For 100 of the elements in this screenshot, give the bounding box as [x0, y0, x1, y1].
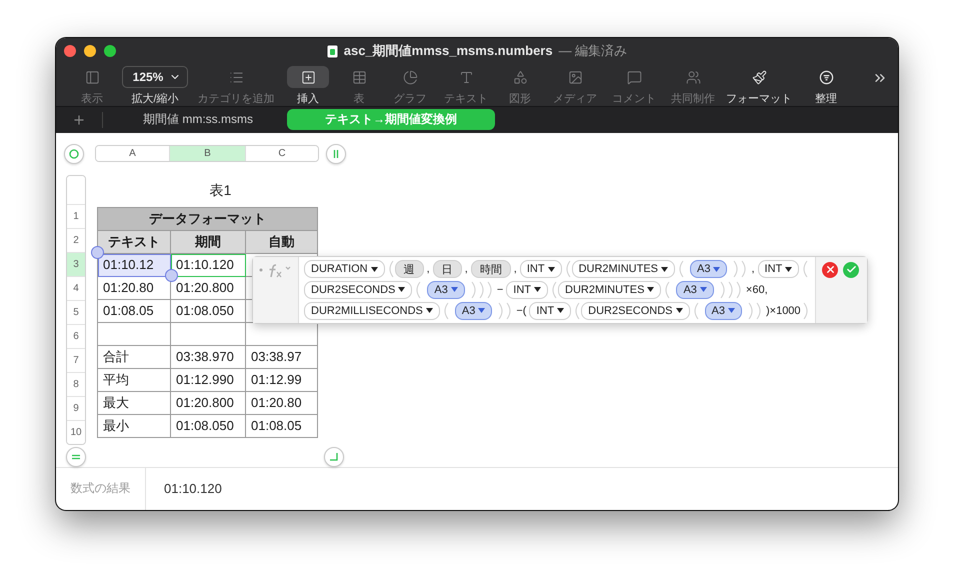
accept-button[interactable]: [843, 262, 859, 278]
function-token[interactable]: INT: [758, 260, 800, 278]
cell-reference-token[interactable]: A3: [704, 302, 742, 320]
caret-down-icon: [728, 308, 735, 314]
minimize-window-button[interactable]: [84, 45, 96, 57]
table-cell[interactable]: 最小: [98, 414, 171, 438]
function-token[interactable]: DUR2MINUTES: [558, 280, 662, 299]
formula-operator: ,: [426, 263, 430, 276]
argument-token[interactable]: 日: [432, 260, 462, 278]
function-token[interactable]: INT: [506, 280, 548, 299]
caret-down-icon: [370, 266, 378, 272]
select-table-control[interactable]: [64, 144, 84, 164]
caret-down-icon: [478, 308, 486, 314]
table-cell[interactable]: 01:08.05: [98, 300, 171, 323]
argument-token[interactable]: 時間: [470, 260, 511, 278]
table-cell[interactable]: 01:10.120: [171, 254, 246, 277]
toolbar-label: カテゴリを追加: [198, 92, 274, 106]
row-header[interactable]: 3: [67, 252, 85, 276]
close-window-button[interactable]: [64, 45, 76, 57]
toolbar-label: 表: [354, 92, 364, 106]
drag-dot-icon: [259, 268, 263, 272]
table-cell[interactable]: 01:20.800: [171, 276, 246, 300]
header-cell: 自動: [246, 230, 318, 254]
formula-operator: −(: [516, 304, 526, 317]
table-cell[interactable]: 03:38.97: [246, 346, 318, 369]
window-title: asc_期間値mmss_msms.numbers: [344, 42, 553, 60]
function-token[interactable]: DUR2SECONDS: [304, 280, 412, 299]
row-header[interactable]: 10: [67, 420, 85, 444]
cell-reference-token[interactable]: A3: [676, 280, 714, 299]
formula-result-value: 01:10.120: [164, 481, 222, 496]
table-cell[interactable]: 平均: [98, 368, 171, 392]
formula-operator: ,: [751, 263, 755, 276]
function-token[interactable]: INT: [529, 302, 572, 320]
formula-operator: )×1000: [766, 304, 801, 317]
toolbar-label: テキスト: [444, 92, 488, 106]
caret-down-icon: [557, 308, 564, 314]
caret-down-icon: [534, 287, 541, 292]
table-cell[interactable]: 03:38.970: [171, 346, 246, 369]
close-icon: [824, 264, 836, 276]
corner-icon: [329, 452, 339, 462]
sidebar-icon: [84, 70, 100, 84]
pause-bars-icon: [332, 148, 340, 159]
caret-down-icon: [450, 287, 458, 292]
argument-token[interactable]: 週: [394, 260, 424, 278]
table-cell[interactable]: 01:08.050: [171, 300, 246, 323]
caret-down-icon: [700, 287, 707, 292]
zoom-dropdown[interactable]: 125%: [122, 66, 188, 88]
selection-handle[interactable]: [91, 246, 104, 259]
add-row-control[interactable]: [66, 446, 86, 467]
cell-reference-token[interactable]: A3: [427, 280, 465, 299]
formula-operator: ,: [514, 263, 517, 276]
column-header[interactable]: C: [245, 146, 318, 162]
formula-operator: ×60,: [746, 284, 768, 296]
function-token[interactable]: DUR2MINUTES: [572, 260, 676, 278]
table-cell[interactable]: 01:08.050: [171, 414, 246, 438]
equals-icon: [71, 452, 81, 461]
text-box-icon: [458, 70, 474, 84]
formula-operator: ,: [464, 263, 468, 276]
header-cell: テキスト: [98, 230, 171, 254]
add-sheet-icon[interactable]: [72, 112, 86, 127]
function-token[interactable]: DUR2SECONDS: [581, 302, 690, 320]
sheet-tab[interactable]: 期間値 mm:ss.msms: [109, 109, 287, 130]
circle-icon: [69, 148, 79, 159]
organize-icon: [818, 70, 834, 84]
toolbar-button[interactable]: [287, 66, 329, 88]
cell-reference-token[interactable]: A3: [690, 260, 728, 278]
resize-table-control[interactable]: [324, 446, 344, 467]
toolbar-label: フォーマット: [726, 92, 792, 106]
toolbar-label: 表示: [81, 92, 103, 106]
add-column-control[interactable]: [326, 144, 346, 164]
table-icon: [352, 70, 366, 84]
table-cell[interactable]: 合計: [98, 346, 171, 369]
table-cell[interactable]: 01:12.990: [171, 368, 246, 392]
zoom-window-button[interactable]: [104, 45, 116, 57]
formula-operator: −: [496, 284, 504, 296]
cell-reference-token[interactable]: A3: [454, 302, 492, 320]
function-token[interactable]: DURATION: [304, 260, 385, 278]
table-title: 表1: [208, 180, 232, 200]
toolbar-label: メディア: [553, 92, 597, 106]
function-token[interactable]: INT: [520, 260, 562, 278]
table-cell[interactable]: 01:12.99: [246, 368, 318, 392]
table-cell[interactable]: 01:20.80: [246, 392, 318, 415]
add-square-icon: [300, 70, 316, 84]
caret-down-icon: [676, 308, 683, 314]
toolbar-label: 拡大/縮小: [131, 92, 179, 106]
table-cell[interactable]: 01:20.800: [171, 392, 246, 415]
column-header[interactable]: B: [169, 146, 245, 162]
document-icon: [326, 44, 338, 58]
window-subtitle: — 編集済み: [558, 42, 628, 60]
cancel-button[interactable]: [822, 262, 838, 278]
function-token[interactable]: DUR2MILLISECONDS: [304, 302, 440, 320]
table-title-cell: データフォーマット: [98, 208, 318, 231]
toolbar-label: 挿入: [297, 92, 319, 106]
formula-editor-dialog[interactable]: DURATION 週 , 日 , 時間 , INT DUR2MINUTES A3 , INT DUR2SECONDS A3 − INT DUR2MINUTES A3 ×60, DUR2MILLISECONDS A3 −( INT DUR2SECONDS A3 )×1000: [252, 256, 868, 324]
brush-icon: [752, 70, 766, 84]
table-cell[interactable]: 01:08.05: [246, 414, 318, 438]
table-cell[interactable]: 最大: [98, 392, 171, 415]
table-cell[interactable]: 01:10.12: [98, 254, 171, 277]
shapes-icon: [512, 70, 528, 84]
caret-down-icon: [785, 266, 792, 272]
